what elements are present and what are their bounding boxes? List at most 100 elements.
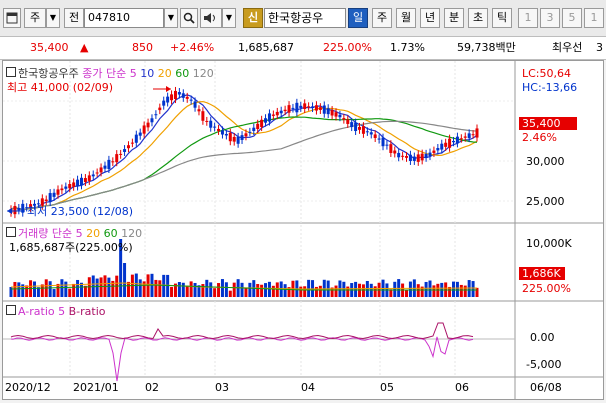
volume-bar [459, 284, 463, 297]
ratio-collapse-box-icon[interactable] [6, 305, 16, 315]
volume-bar [220, 279, 224, 297]
candle-body [201, 111, 205, 121]
sound-dropdown-icon[interactable]: ▼ [222, 8, 236, 28]
ratio-legend: A-ratio 5 B-ratio [6, 305, 106, 318]
volume-bar [56, 283, 60, 297]
volume-bar [264, 283, 268, 297]
volume-bar [185, 285, 189, 297]
volume-bar [52, 289, 56, 297]
candle-body [271, 114, 275, 116]
quote-tail: 3 [596, 41, 603, 54]
volume-collapse-box-icon[interactable] [6, 227, 16, 237]
x-label-05: 05 [380, 381, 394, 394]
tab-tick[interactable]: 틱 [492, 8, 512, 28]
new-badge-label: 신 [247, 11, 259, 24]
tab-second[interactable]: 초 [468, 8, 488, 28]
candle-body [318, 107, 322, 110]
volume-legend-ma5: 거래량 단순 5 [18, 227, 83, 240]
candle-body [389, 144, 393, 153]
candle-body [334, 112, 338, 117]
candle-body [314, 105, 318, 111]
candle-body [177, 92, 181, 95]
candle-body [130, 142, 134, 144]
volume-bar [138, 279, 142, 297]
interval-1[interactable]: 1 [518, 8, 538, 28]
volume-legend: 거래량 단순 5 20 60 120 [6, 227, 142, 240]
candle-body [60, 188, 64, 191]
tab-month[interactable]: 월 [396, 8, 416, 28]
price-change-pct: +2.46% [170, 41, 215, 54]
code-dropdown-icon[interactable]: ▼ [164, 8, 178, 28]
volume-bar [424, 281, 428, 297]
tab-minute[interactable]: 분 [444, 8, 464, 28]
interval-10[interactable]: 1 [584, 8, 604, 28]
stock-code-input[interactable]: 047810 [84, 8, 164, 28]
volume-bar [283, 284, 287, 297]
volume-bar [170, 286, 174, 297]
interval-5-label: 5 [568, 11, 576, 24]
mode-dropdown-icon[interactable]: ▼ [46, 8, 60, 28]
candle-body [99, 167, 103, 173]
current-pct-badge: 2.46% [522, 131, 557, 144]
tab-day[interactable]: 일 [348, 8, 368, 28]
window-menu-icon[interactable] [3, 8, 21, 28]
mode-select[interactable]: 주 [24, 8, 46, 28]
volume-bar [72, 283, 76, 297]
tab-minute-label: 분 [448, 11, 460, 24]
candle-body [350, 122, 354, 128]
candle-body [467, 133, 471, 139]
search-icon[interactable] [180, 8, 198, 28]
volume-bar [193, 282, 197, 297]
legend-company: 한국항공우주 [18, 67, 79, 80]
trade-amount: 59,738백만 [457, 41, 516, 54]
candle-body [393, 150, 397, 154]
prefix-button[interactable]: 전 [64, 8, 84, 28]
new-badge[interactable]: 신 [243, 8, 263, 28]
candle-body [405, 156, 409, 158]
candle-body [275, 111, 279, 116]
legend-ma60: 60 [175, 67, 190, 80]
candle-body [397, 152, 401, 158]
tab-year[interactable]: 년 [420, 8, 440, 28]
candle-body [91, 174, 95, 177]
tab-week[interactable]: 주 [372, 8, 392, 28]
candle-body [330, 110, 334, 116]
ratio-lines [10, 322, 474, 382]
company-name-field[interactable]: 한국항공우 [264, 8, 346, 28]
best-quote-tag[interactable]: 최우선 [552, 40, 582, 56]
collapse-box-icon[interactable] [6, 67, 16, 77]
mode-label: 주 [29, 11, 41, 24]
candle-body [444, 142, 448, 147]
candle-body [146, 122, 150, 128]
volume-bar [244, 287, 248, 297]
volume-bar [217, 283, 221, 297]
interval-3[interactable]: 3 [540, 8, 560, 28]
volume-bar [303, 286, 307, 297]
volume-bar [209, 282, 213, 297]
tab-year-label: 년 [424, 11, 436, 24]
x-label-06-08: 06/08 [530, 381, 562, 394]
interval-5[interactable]: 5 [562, 8, 582, 28]
candle-body [64, 186, 68, 189]
candle-body [256, 123, 260, 130]
candle-body [358, 126, 362, 130]
candle-body [213, 126, 217, 128]
candle-body [224, 133, 228, 136]
candle-body [228, 132, 232, 142]
volume-bar [123, 263, 127, 297]
volume-bar [455, 281, 459, 297]
candle-body [385, 144, 389, 146]
candle-body [381, 137, 385, 147]
hc-label: HC:-13,66 [522, 81, 578, 94]
candle-body [377, 138, 381, 140]
volume-bar [475, 287, 479, 297]
candle-body [154, 114, 158, 116]
chart-area[interactable]: 한국항공우주 종가 단순 5 10 20 60 120 최고 41,000 (0… [2, 60, 604, 400]
candle-body [264, 118, 268, 123]
sound-icon[interactable] [200, 8, 222, 28]
volume-bar [232, 282, 236, 297]
toolbar: 주 ▼ 전 047810 ▼ ▼ 신 한국항공우 일 주 월 년 분 초 틱 1… [0, 0, 606, 37]
candle-body [459, 138, 463, 140]
candle-body [420, 153, 424, 161]
volume-bar [307, 279, 311, 297]
